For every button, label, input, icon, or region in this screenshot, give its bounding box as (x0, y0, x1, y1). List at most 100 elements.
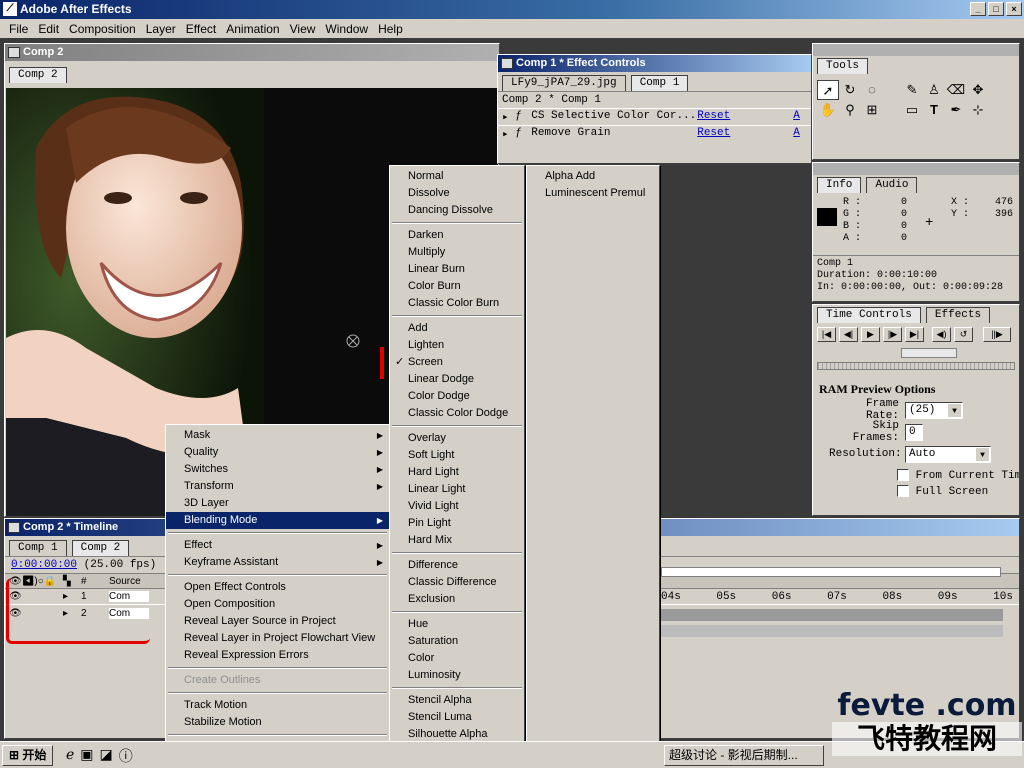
last-frame-button[interactable]: ▶| (905, 327, 924, 342)
loop-button[interactable]: ↺ (954, 327, 973, 342)
menu-view[interactable]: View (285, 22, 321, 36)
axis-mode-icon[interactable]: ✥ (967, 80, 989, 100)
minimize-button[interactable]: _ (970, 2, 986, 16)
expand-triangle-icon[interactable]: ▸ (502, 110, 515, 124)
layer-duration-bar[interactable] (661, 609, 1003, 621)
menu-item-normal[interactable]: Normal (390, 168, 524, 185)
prev-frame-button[interactable]: ◀| (839, 327, 858, 342)
menu-item-quality[interactable]: Quality ▶ (166, 444, 389, 461)
current-timecode[interactable]: 0:00:00:00 (11, 559, 77, 571)
skip-frames-input[interactable]: 0 (905, 423, 923, 441)
menu-item-stencil-luma[interactable]: Stencil Luma (390, 709, 524, 726)
effect-controls-titlebar[interactable]: Comp 1 * Effect Controls (498, 55, 811, 72)
menu-item-hard-mix[interactable]: Hard Mix (390, 532, 524, 549)
menu-item-dancing-dissolve[interactable]: Dancing Dissolve (390, 202, 524, 219)
menu-item-saturation[interactable]: Saturation (390, 633, 524, 650)
menu-item-classic-color-burn[interactable]: Classic Color Burn (390, 295, 524, 312)
menu-item-reveal-expression-errors[interactable]: Reveal Expression Errors (166, 647, 389, 664)
first-frame-button[interactable]: |◀ (817, 327, 836, 342)
quicklaunch-icon[interactable]: ◪ (100, 746, 113, 766)
info-titlebar[interactable] (813, 163, 1019, 175)
menu-item-screen[interactable]: ✓ Screen (390, 354, 524, 371)
resolution-select[interactable]: Auto ▼ (905, 445, 991, 463)
full-screen-checkbox[interactable] (897, 485, 909, 497)
menu-item-dissolve[interactable]: Dissolve (390, 185, 524, 202)
start-button[interactable]: ⊞ 开始 (2, 745, 54, 766)
effect-row[interactable]: ▸ ƒ Remove Grain Reset A (498, 125, 811, 142)
menu-item-keyframe-assistant[interactable]: Keyframe Assistant ▶ (166, 554, 389, 571)
effect-reset-link[interactable]: Reset (697, 127, 793, 141)
menu-item-track-motion[interactable]: Track Motion (166, 697, 389, 714)
layer-duration-bar[interactable] (661, 625, 1003, 637)
menu-item-color[interactable]: Color (390, 650, 524, 667)
menu-edit[interactable]: Edit (33, 22, 64, 36)
time-ruler[interactable]: 04s 05s 06s 07s 08s 09s 10s (661, 591, 1013, 603)
menu-item-mask[interactable]: Mask ▶ (166, 427, 389, 444)
tools-titlebar[interactable] (813, 44, 1019, 56)
menu-item-overlay[interactable]: Overlay (390, 430, 524, 447)
menu-item-color-burn[interactable]: Color Burn (390, 278, 524, 295)
next-frame-button[interactable]: |▶ (883, 327, 902, 342)
tab-audio[interactable]: Audio (866, 177, 918, 193)
tab-comp-1[interactable]: Comp 1 (630, 75, 689, 91)
maximize-button[interactable]: □ (988, 2, 1004, 16)
menu-item-luminescent-premul[interactable]: Luminescent Premul (527, 185, 659, 202)
desktop-icon[interactable]: ▣ (80, 746, 93, 766)
selection-tool-icon[interactable]: ➚ (817, 80, 839, 100)
pen-tool-icon[interactable]: ✒ (945, 100, 967, 120)
effect-reset-link[interactable]: Reset (697, 110, 793, 124)
menu-item-reveal-layer-source-in-project[interactable]: Reveal Layer Source in Project (166, 613, 389, 630)
menu-item-add[interactable]: Add (390, 320, 524, 337)
ram-preview-button[interactable]: ||▶ (983, 327, 1011, 342)
effect-row[interactable]: ▸ ƒ CS Selective Color Cor... Reset A (498, 108, 811, 125)
comp-window-titlebar[interactable]: Comp 2 (5, 44, 499, 61)
media-icon[interactable]: ⓘ (119, 746, 133, 766)
tab-timeline-comp-1[interactable]: Comp 1 (9, 540, 67, 556)
tab-timeline-comp-2[interactable]: Comp 2 (71, 540, 130, 556)
brush-tool-icon[interactable]: ✎ (901, 80, 923, 100)
menu-composition[interactable]: Composition (64, 22, 141, 36)
menu-item-reveal-layer-in-project-flowchart-view[interactable]: Reveal Layer in Project Flowchart View (166, 630, 389, 647)
menu-item-linear-light[interactable]: Linear Light (390, 481, 524, 498)
menu-effect[interactable]: Effect (181, 22, 221, 36)
menu-file[interactable]: File (4, 22, 33, 36)
menu-item-open-effect-controls[interactable]: Open Effect Controls (166, 579, 389, 596)
tab-effects[interactable]: Effects (925, 307, 991, 323)
menu-help[interactable]: Help (373, 22, 408, 36)
text-tool-icon[interactable]: T (923, 100, 945, 120)
menu-item-transform[interactable]: Transform ▶ (166, 478, 389, 495)
menu-item-color-dodge[interactable]: Color Dodge (390, 388, 524, 405)
menu-item-blending-mode[interactable]: Blending Mode ▶ (166, 512, 389, 529)
menu-item-3d-layer[interactable]: 3D Layer (166, 495, 389, 512)
menu-layer[interactable]: Layer (141, 22, 181, 36)
menu-item-pin-light[interactable]: Pin Light (390, 515, 524, 532)
from-current-time-checkbox[interactable] (897, 469, 909, 481)
play-button[interactable]: ▶ (861, 327, 880, 342)
menu-item-luminosity[interactable]: Luminosity (390, 667, 524, 684)
menu-item-soft-light[interactable]: Soft Light (390, 447, 524, 464)
rectangle-mask-icon[interactable]: ▭ (901, 100, 923, 120)
tab-info[interactable]: Info (817, 177, 862, 193)
menu-item-switches[interactable]: Switches ▶ (166, 461, 389, 478)
menu-item-multiply[interactable]: Multiply (390, 244, 524, 261)
menu-item-darken[interactable]: Darken (390, 227, 524, 244)
hand-tool-icon[interactable]: ✋ (817, 100, 839, 120)
menu-item-open-composition[interactable]: Open Composition (166, 596, 389, 613)
shuttle-slider[interactable] (817, 362, 1015, 370)
menu-item-classic-difference[interactable]: Classic Difference (390, 574, 524, 591)
orbit-camera-icon[interactable]: ◌ (861, 80, 883, 100)
work-area-bar[interactable] (661, 567, 1001, 577)
menu-item-difference[interactable]: Difference (390, 557, 524, 574)
menu-item-linear-dodge[interactable]: Linear Dodge (390, 371, 524, 388)
tab-comp-2[interactable]: Comp 2 (9, 67, 67, 83)
tab-time-controls[interactable]: Time Controls (817, 307, 921, 323)
frame-rate-select[interactable]: (25) ▼ (905, 401, 963, 419)
menu-item-exclusion[interactable]: Exclusion (390, 591, 524, 608)
tab-tools[interactable]: Tools (817, 58, 869, 74)
ie-icon[interactable]: ℯ (66, 746, 74, 766)
menu-item-hard-light[interactable]: Hard Light (390, 464, 524, 481)
menu-item-alpha-add[interactable]: Alpha Add (527, 168, 659, 185)
expand-triangle-icon[interactable]: ▸ (502, 127, 515, 141)
taskbar-item[interactable]: 超级讨论 - 影视后期制... (664, 745, 824, 766)
menu-item-effect[interactable]: Effect ▶ (166, 537, 389, 554)
